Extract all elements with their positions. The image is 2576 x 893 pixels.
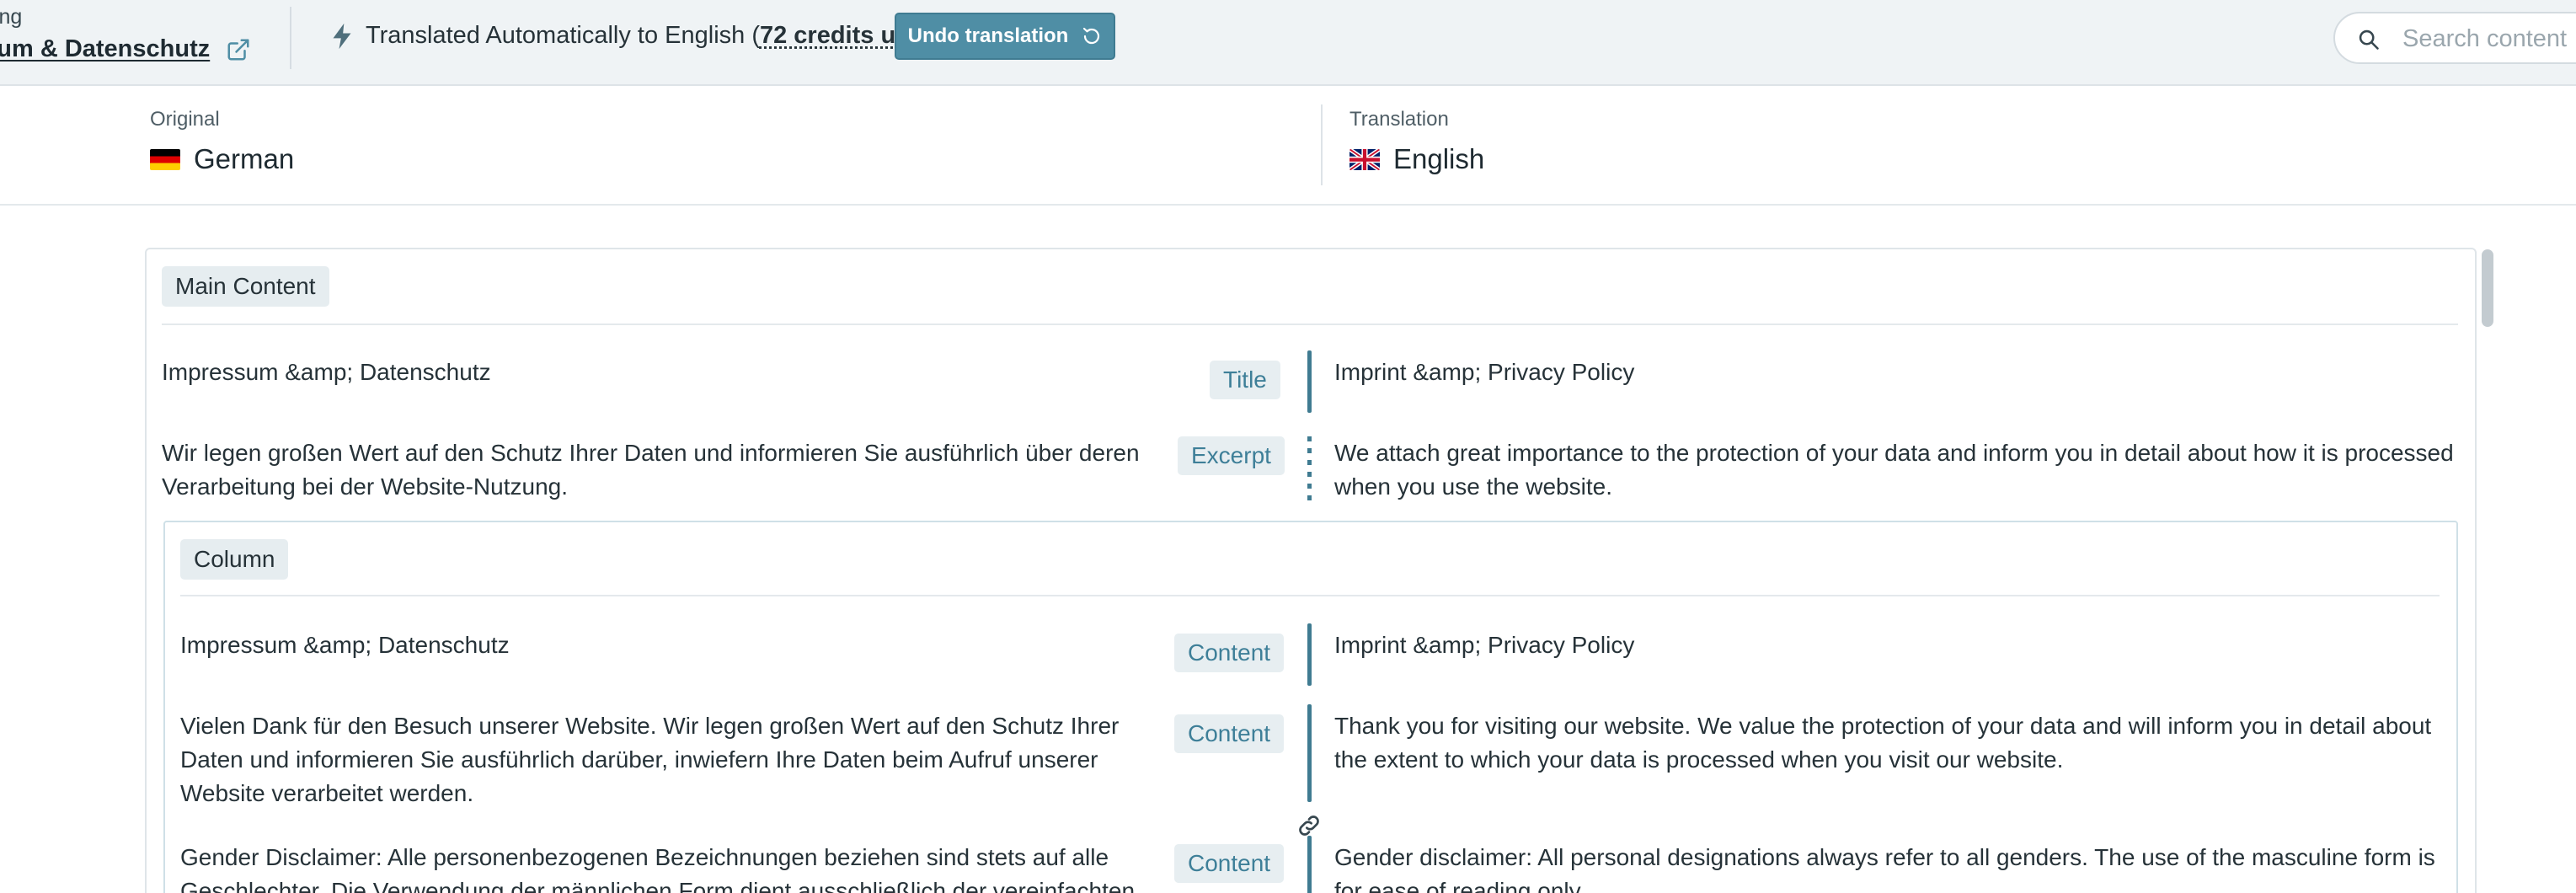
field-tag-content: Content (1174, 844, 1285, 883)
translation-content[interactable]: Imprint &amp; Privacy Policy (1334, 628, 2446, 662)
original-content[interactable]: Impressum &amp; Datenschutz (180, 628, 1166, 662)
translation-marker (1307, 836, 1312, 893)
translation-marker (1307, 350, 1312, 413)
breadcrumb-parent[interactable]: ting (0, 5, 22, 29)
original-content[interactable]: Gender Disclaimer: Alle personenbezogene… (180, 841, 1166, 893)
translation-language-label: Translation (1349, 108, 1449, 131)
search-icon (2359, 29, 2379, 50)
translation-language-name: English (1393, 143, 1485, 174)
undo-translation-label: Undo translation (907, 24, 1069, 47)
column-divider (180, 595, 2440, 596)
flag-germany-icon (150, 148, 180, 170)
translation-status: Translated Automatically to English (72 … (366, 22, 946, 50)
section-divider (162, 324, 2458, 325)
translation-content[interactable]: Gender disclaimer: All personal designat… (1334, 841, 2446, 893)
page-title-link[interactable]: ssum & Datenschutz (0, 35, 210, 63)
original-language-name-row: German (150, 143, 294, 175)
top-bar: ting ssum & Datenschutz Translated Autom… (0, 0, 2576, 86)
translation-excerpt[interactable]: We attach great importance to the protec… (1334, 436, 2455, 504)
flag-uk-icon (1349, 148, 1380, 170)
original-excerpt[interactable]: Wir legen großen Wert auf den Schutz Ihr… (162, 436, 1181, 504)
language-header: Original German Translation English (0, 88, 2576, 206)
toolbar-divider (290, 7, 291, 69)
field-tag-excerpt: Excerpt (1178, 436, 1285, 475)
translation-language: Translation English (1349, 108, 1484, 175)
translation-language-name-row: English (1349, 143, 1484, 175)
original-language-name: German (194, 143, 295, 174)
field-tag-content: Content (1174, 714, 1285, 753)
language-divider (1321, 104, 1323, 185)
translation-marker (1307, 704, 1312, 802)
translation-marker (1307, 623, 1312, 686)
external-link-icon[interactable] (226, 37, 251, 62)
section-label-main-content: Main Content (162, 266, 329, 307)
field-tag-title: Title (1210, 361, 1280, 399)
undo-translation-button[interactable]: Undo translation (895, 13, 1115, 60)
scrollbar[interactable] (2478, 248, 2497, 893)
translation-content[interactable]: Thank you for visiting our website. We v… (1334, 709, 2446, 777)
original-title[interactable]: Impressum &amp; Datenschutz (162, 356, 1173, 389)
translation-title[interactable]: Imprint &amp; Privacy Policy (1334, 356, 2446, 389)
search-box[interactable] (2333, 12, 2576, 64)
original-language: Original German (150, 108, 294, 175)
undo-icon (1083, 27, 1100, 45)
lightning-bolt-icon (333, 23, 351, 50)
search-input[interactable] (2402, 20, 2576, 57)
original-content[interactable]: Vielen Dank für den Besuch unserer Websi… (180, 709, 1174, 810)
section-label-column: Column (180, 539, 289, 580)
field-tag-content: Content (1174, 634, 1285, 672)
scrollbar-thumb[interactable] (2482, 249, 2493, 327)
original-language-label: Original (150, 108, 220, 131)
translation-marker-dotted (1307, 436, 1312, 504)
translation-status-prefix: Translated Automatically to English ( (366, 22, 760, 49)
